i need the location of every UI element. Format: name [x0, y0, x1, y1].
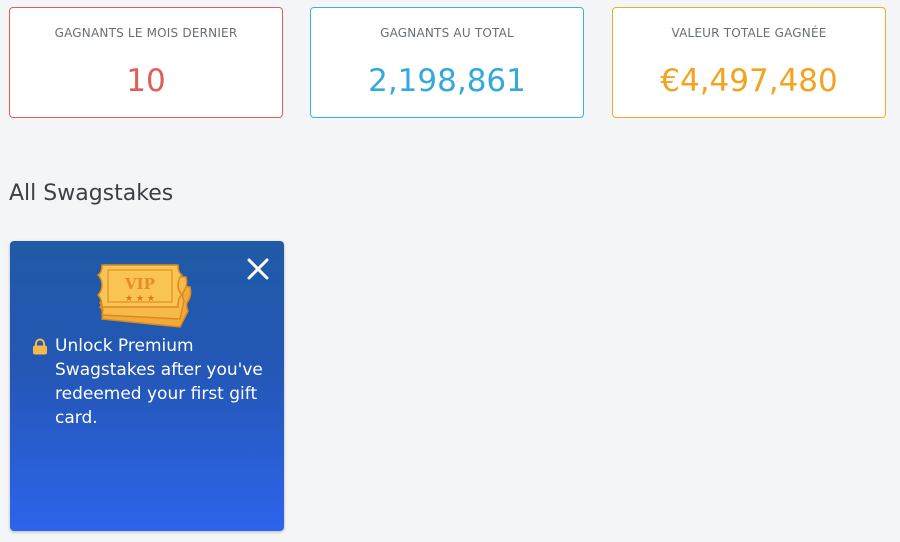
vip-ticket-icon: VIP ★ ★ ★	[96, 264, 192, 328]
premium-swagstakes-card: VIP ★ ★ ★ Unlock Premium Swagstakes afte…	[10, 241, 284, 531]
stat-label-total-value-won: VALEUR TOTALE GAGNÉE	[671, 26, 827, 40]
stat-value-total-value-won: €4,497,480	[660, 63, 838, 99]
stat-card-total-winners: GAGNANTS AU TOTAL 2,198,861	[310, 7, 584, 118]
stat-card-last-month-winners: GAGNANTS LE MOIS DERNIER 10	[9, 7, 283, 118]
stat-card-total-value-won: VALEUR TOTALE GAGNÉE €4,497,480	[612, 7, 886, 118]
close-icon[interactable]	[244, 255, 272, 283]
svg-text:★ ★ ★: ★ ★ ★	[125, 294, 155, 304]
unlock-premium-message: Unlock Premium Swagstakes after you've r…	[55, 336, 263, 428]
stat-value-total-winners: 2,198,861	[368, 63, 526, 99]
section-title: All Swagstakes	[9, 181, 174, 206]
lock-icon	[33, 338, 47, 355]
vip-ticket-text: VIP	[124, 275, 155, 293]
stat-value-last-month-winners: 10	[126, 63, 166, 99]
stat-label-last-month-winners: GAGNANTS LE MOIS DERNIER	[54, 26, 238, 40]
stat-label-total-winners: GAGNANTS AU TOTAL	[380, 26, 514, 40]
stats-row: GAGNANTS LE MOIS DERNIER 10 GAGNANTS AU …	[9, 7, 890, 120]
